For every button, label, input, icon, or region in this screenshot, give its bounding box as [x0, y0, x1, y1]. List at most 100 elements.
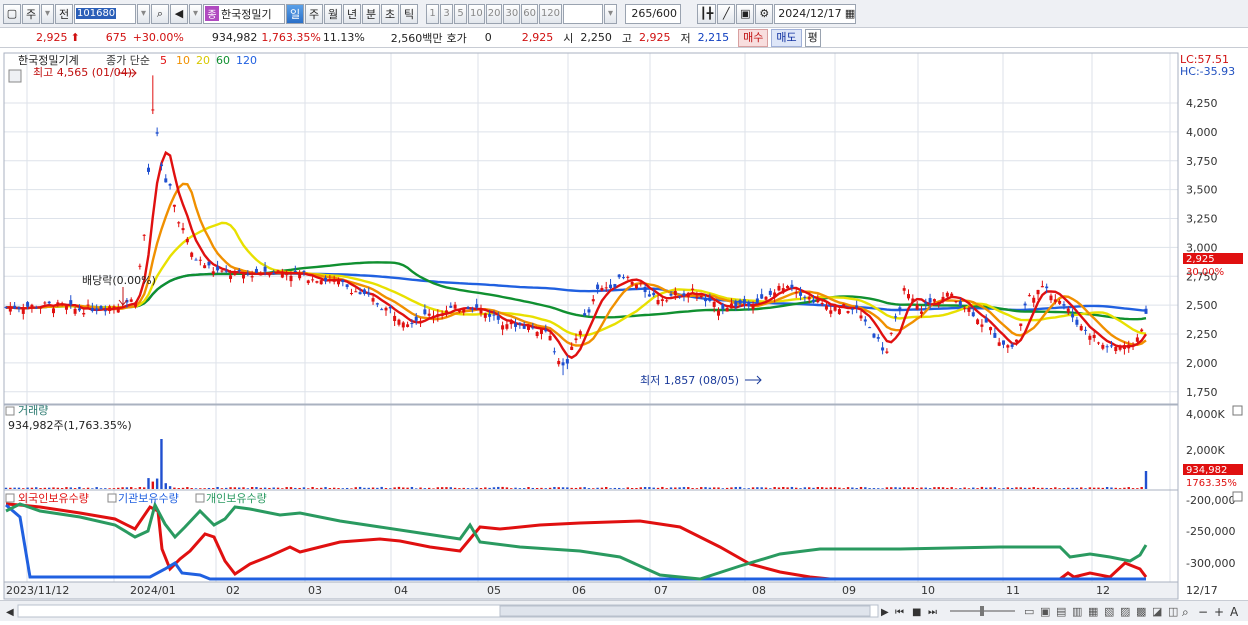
calendar-icon[interactable]: ▦: [845, 7, 855, 20]
volume-bar: [354, 487, 357, 489]
period-minute-button[interactable]: 분: [362, 3, 380, 24]
period-month-button[interactable]: 월: [324, 3, 342, 24]
stock-name-field[interactable]: 종 한국정밀기: [203, 3, 285, 24]
candle-body: [1075, 319, 1079, 325]
font-size-icon[interactable]: A: [1230, 605, 1239, 619]
volume-bar: [479, 488, 483, 489]
layout-icon-1[interactable]: ▭: [1024, 605, 1034, 618]
candle-body: [768, 290, 772, 295]
speaker-icon[interactable]: ◀: [170, 3, 188, 24]
layout-icon-2[interactable]: ▣: [1040, 605, 1050, 618]
volume-bar: [389, 488, 392, 489]
draw-tool-icon[interactable]: ╱: [717, 3, 736, 24]
candle-body: [634, 284, 638, 289]
save-icon[interactable]: ▣: [736, 3, 755, 24]
candle-body: [224, 270, 228, 272]
period-year-label: 년: [346, 7, 358, 21]
stock-chart[interactable]: 한국정밀기계 종가 단순 5 10 20 60 120 최고 4,565 (01…: [0, 49, 1248, 600]
period-type-dropdown-icon[interactable]: ▾: [41, 3, 54, 24]
period-tick-button[interactable]: 틱: [400, 3, 418, 24]
volume-bar: [112, 488, 116, 489]
prev-button[interactable]: 전: [55, 3, 73, 24]
count-value: 265: [631, 7, 653, 20]
volume-bar: [1127, 487, 1130, 489]
volume-bar: [229, 487, 232, 489]
window-icon[interactable]: ▢: [3, 3, 21, 24]
zoom-in-icon[interactable]: +: [1214, 605, 1224, 619]
volume-bar: [652, 487, 655, 489]
volume-bar: [410, 486, 414, 489]
volume-bar: [423, 488, 427, 489]
candle-body: [380, 309, 384, 311]
period-year-button[interactable]: 년: [343, 3, 361, 24]
candle-body: [112, 306, 116, 310]
mult-20-button[interactable]: 20: [485, 3, 503, 24]
low-value: 2,215: [697, 31, 730, 44]
volume-bar: [959, 488, 962, 489]
period-day-button[interactable]: 일: [286, 3, 304, 24]
stop-icon[interactable]: ■: [912, 607, 921, 618]
mult-30-button[interactable]: 30: [503, 3, 521, 24]
candle-type-icon[interactable]: ┃╋: [697, 3, 717, 24]
layout-icon-4[interactable]: ▥: [1072, 605, 1082, 618]
candle-body: [539, 328, 543, 334]
zoom-slider-handle[interactable]: [980, 606, 984, 616]
sell-button[interactable]: 매도: [771, 28, 802, 47]
candle-body: [544, 329, 548, 332]
hoga-label: 호가: [446, 31, 467, 45]
search-icon[interactable]: ⌕: [151, 3, 169, 24]
holdings-close-icon[interactable]: [1232, 491, 1243, 502]
code-dropdown-icon[interactable]: ▾: [137, 3, 150, 24]
period-type-select[interactable]: 주: [22, 3, 40, 24]
settings-gear-icon[interactable]: ⚙: [755, 3, 774, 24]
volume-bar: [518, 488, 522, 489]
table-toggle-icon[interactable]: [8, 69, 22, 83]
layout-icon-5[interactable]: ▦: [1088, 605, 1098, 618]
candle-body: [639, 283, 643, 285]
mult-120-button[interactable]: 120: [538, 3, 563, 24]
first-page-icon[interactable]: ⏮: [895, 607, 904, 618]
volume-bar: [220, 488, 224, 489]
mult-3-button[interactable]: 3: [440, 3, 453, 24]
mult-10-button[interactable]: 10: [468, 3, 485, 24]
period-week-button[interactable]: 주: [305, 3, 323, 24]
avg-price-button[interactable]: 평: [804, 28, 821, 47]
candle-body: [652, 292, 656, 296]
volume-bar: [980, 486, 984, 489]
count-field[interactable]: 265/600: [625, 3, 682, 24]
zoom-search-icon[interactable]: ⌕: [1182, 605, 1189, 619]
volume-bar: [376, 487, 379, 489]
period-second-button[interactable]: 초: [381, 3, 399, 24]
candle-body: [479, 309, 483, 314]
mult-1-button[interactable]: 1: [426, 3, 439, 24]
layout-icon-10[interactable]: ◫: [1168, 605, 1178, 618]
date-field[interactable]: 2024/12/17 ▦: [774, 3, 857, 24]
ma60-legend: 60: [216, 54, 230, 67]
candle-body: [881, 347, 885, 351]
layout-icon-9[interactable]: ◪: [1152, 605, 1162, 618]
layout-icon-6[interactable]: ▧: [1104, 605, 1114, 618]
mult-60-button[interactable]: 60: [521, 3, 538, 24]
layout-icon-3[interactable]: ▤: [1056, 605, 1066, 618]
candle-body: [794, 292, 798, 294]
layout-icon-7[interactable]: ▨: [1120, 605, 1130, 618]
custom-interval-select[interactable]: [563, 3, 604, 24]
last-page-icon[interactable]: ⏭: [928, 607, 937, 618]
zoom-out-icon[interactable]: −: [1198, 605, 1208, 619]
mult-5-button[interactable]: 5: [454, 3, 467, 24]
volume-close-icon[interactable]: [1232, 405, 1243, 416]
buy-button[interactable]: 매수: [738, 28, 769, 47]
high-value: 2,925: [639, 31, 671, 44]
speaker-dropdown-icon[interactable]: ▾: [189, 3, 202, 24]
volume-bar: [864, 487, 867, 489]
scrollbar-thumb[interactable]: [499, 605, 871, 617]
stock-code-input[interactable]: 101680: [74, 3, 136, 24]
volume-bar: [35, 487, 38, 489]
layout-icon-8[interactable]: ▩: [1136, 605, 1146, 618]
candle-body: [712, 301, 716, 307]
volume-bar: [890, 487, 893, 489]
volume-bar: [91, 488, 94, 489]
scroll-right-icon[interactable]: ▶: [881, 607, 889, 618]
scroll-left-icon[interactable]: ◀: [6, 607, 14, 618]
interval-dropdown-icon[interactable]: ▾: [604, 3, 618, 24]
